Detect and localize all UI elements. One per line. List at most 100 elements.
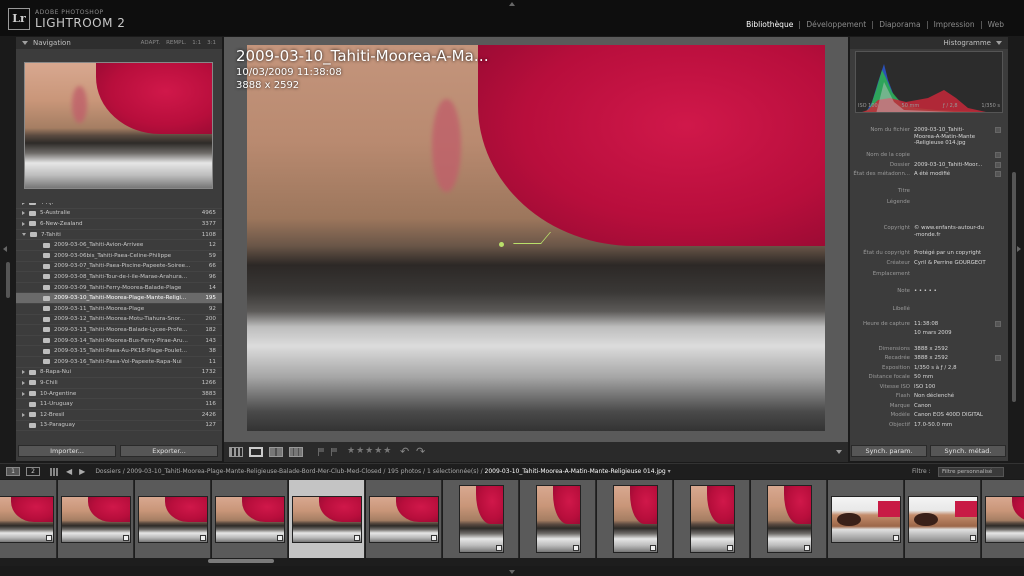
subfolder-row[interactable]: 2009-03-11_Tahiti-Moorea-Plage 92 (16, 304, 222, 315)
subfolder-row[interactable]: 2009-03-15_Tahiti-Paea-Au-PK18-Plage-Pou… (16, 346, 222, 357)
folder-row[interactable]: 5-Australie 4965 (16, 209, 222, 220)
survey-view-icon[interactable] (289, 447, 303, 457)
folder-row[interactable]: 11-Uruguay 116 (16, 399, 222, 410)
sync-metadata-button[interactable]: Synch. métad. (930, 445, 1006, 457)
module-0[interactable]: Bibliothèque (740, 21, 801, 29)
right-panel-scrollbar[interactable] (1012, 172, 1016, 402)
filmstrip-thumbnail[interactable] (597, 480, 673, 558)
bottom-panel-toggle-icon[interactable] (509, 570, 515, 574)
folder-row[interactable]: 7-Tahiti 1108 (16, 230, 222, 241)
metadata-action-icon[interactable] (995, 355, 1001, 361)
export-button[interactable]: Exporter... (120, 445, 218, 457)
histogram-header[interactable]: Histogramme (850, 37, 1008, 49)
top-panel-toggle-icon[interactable] (509, 2, 515, 6)
collapse-triangle-icon[interactable] (22, 41, 28, 45)
folder-row[interactable]: 6-New-Zealand 3377 (16, 219, 222, 230)
metadata-value[interactable]: 50 mm (914, 374, 992, 381)
left-panel-toggle-icon[interactable] (3, 246, 7, 252)
toolbar-menu-icon[interactable] (836, 450, 842, 454)
flag-pick-icon[interactable] (318, 448, 325, 456)
filmstrip-scrollbar[interactable] (208, 559, 274, 563)
metadata-value[interactable] (914, 271, 992, 278)
metadata-value[interactable] (914, 188, 992, 195)
rotate-left-icon[interactable]: ↶ (400, 445, 409, 458)
metadata-value[interactable]: 17.0-50.0 mm (914, 422, 992, 429)
zoom-fill[interactable]: REMPL. (166, 40, 186, 46)
metadata-action-icon[interactable] (995, 321, 1001, 327)
metadata-value[interactable]: Protégé par un copyright (914, 250, 992, 257)
subfolder-row[interactable]: 2009-03-06_Tahiti-Avion-Arrivee 12 (16, 240, 222, 251)
import-button[interactable]: Importer... (18, 445, 116, 457)
filmstrip-thumbnail[interactable] (212, 480, 288, 558)
breadcrumb-current-file[interactable]: 2009-03-10_Tahiti-Moorea-A-Matin-Mante-R… (485, 468, 666, 475)
filmstrip-thumbnail[interactable] (751, 480, 827, 558)
left-panel-scrollbar[interactable] (6, 262, 10, 298)
metadata-action-icon[interactable] (995, 162, 1001, 168)
subfolder-row[interactable]: 2009-03-16_Tahiti-Paea-Vol-Papeete-Rapa-… (16, 357, 222, 368)
metadata-value[interactable]: 2009-03-10_Tahiti- Moorea-A-Matin-Mante … (914, 127, 992, 147)
main-photo[interactable] (247, 45, 825, 431)
metadata-value[interactable]: Canon EOS 400D DIGITAL (914, 412, 992, 419)
navigator-header[interactable]: Navigation ADAPT. REMPL. 1:1 3:1 (16, 37, 222, 49)
filmstrip-thumbnail[interactable] (520, 480, 596, 558)
filmstrip-thumbnail[interactable] (58, 480, 134, 558)
subfolder-row[interactable]: 2009-03-06bis_Tahiti-Paea-Celine-Philipp… (16, 251, 222, 262)
filmstrip-thumbnail[interactable] (366, 480, 442, 558)
metadata-action-icon[interactable] (995, 152, 1001, 158)
metadata-value[interactable] (914, 306, 992, 313)
loupe-view-icon[interactable] (249, 447, 263, 457)
folder-row[interactable]: 9-Chili 1266 (16, 378, 222, 389)
collapsed-triangle-icon[interactable] (22, 391, 25, 396)
collapse-triangle-icon[interactable] (996, 41, 1002, 45)
flag-reject-icon[interactable] (331, 448, 338, 456)
metadata-value[interactable] (914, 152, 992, 159)
metadata-action-icon[interactable] (995, 127, 1001, 133)
filmstrip-thumbnail[interactable] (0, 480, 57, 558)
filmstrip-thumbnail[interactable] (674, 480, 750, 558)
subfolder-row[interactable]: 2009-03-09_Tahiti-Ferry-Moorea-Balade-Pl… (16, 283, 222, 294)
folder-row[interactable]: 12-Bresil 2426 (16, 410, 222, 421)
metadata-action-icon[interactable] (995, 171, 1001, 177)
collapsed-triangle-icon[interactable] (22, 370, 25, 375)
metadata-value[interactable]: Cyril & Perrine GOURGEOT (914, 260, 992, 267)
metadata-value[interactable] (914, 199, 992, 206)
subfolder-row[interactable]: 2009-03-14_Tahiti-Moorea-Bus-Ferry-Pirae… (16, 336, 222, 347)
collapsed-triangle-icon[interactable] (22, 412, 25, 417)
zoom-1-1[interactable]: 1:1 (192, 40, 201, 46)
zoom-3-1[interactable]: 3:1 (207, 40, 216, 46)
subfolder-row[interactable]: 2009-03-13_Tahiti-Moorea-Balade-Lycee-Pr… (16, 325, 222, 336)
collapsed-triangle-icon[interactable] (22, 380, 25, 385)
module-2[interactable]: Diaporama (873, 21, 928, 29)
expanded-triangle-icon[interactable] (22, 233, 26, 237)
navigator-preview[interactable] (24, 62, 213, 189)
collapsed-triangle-icon[interactable] (22, 203, 25, 205)
metadata-value[interactable]: 3888 x 2592 (914, 346, 992, 353)
filmstrip-thumbnail[interactable] (982, 480, 1024, 558)
collapsed-triangle-icon[interactable] (22, 211, 25, 216)
grid-icon[interactable] (50, 467, 59, 476)
breadcrumb[interactable]: Dossiers / 2009-03-10_Tahiti-Moorea-Plag… (95, 468, 670, 475)
folder-row[interactable]: 10-Argentine 3883 (16, 389, 222, 400)
module-4[interactable]: Web (982, 21, 1004, 29)
module-3[interactable]: Impression (928, 21, 982, 29)
page-1-button[interactable]: 1 (6, 467, 20, 476)
sync-settings-button[interactable]: Synch. param. (851, 445, 927, 457)
metadata-value[interactable]: © www.enfants-autour-du -monde.fr (914, 225, 992, 238)
metadata-value[interactable]: • • • • • (914, 288, 992, 295)
metadata-value[interactable]: 1/350 s à ƒ / 2,8 (914, 365, 992, 372)
metadata-value[interactable]: Non déclenché (914, 393, 992, 400)
grid-view-icon[interactable] (229, 447, 243, 457)
module-1[interactable]: Développement (800, 21, 874, 29)
metadata-value[interactable]: 11:38:08 (914, 321, 992, 328)
filmstrip-thumbnail[interactable] (443, 480, 519, 558)
metadata-value[interactable]: Canon (914, 403, 992, 410)
filmstrip-thumbnail[interactable] (289, 480, 365, 558)
rotate-right-icon[interactable]: ↷ (416, 445, 425, 458)
zoom-fit[interactable]: ADAPT. (141, 40, 160, 46)
filmstrip-thumbnail[interactable] (135, 480, 211, 558)
subfolder-row[interactable]: 2009-03-10_Tahiti-Moorea-Plage-Mante-Rel… (16, 293, 222, 304)
back-arrow-icon[interactable]: ◀ (66, 467, 72, 476)
page-2-button[interactable]: 2 (26, 467, 40, 476)
filmstrip-thumbnail[interactable] (828, 480, 904, 558)
filmstrip-thumbnail[interactable] (905, 480, 981, 558)
